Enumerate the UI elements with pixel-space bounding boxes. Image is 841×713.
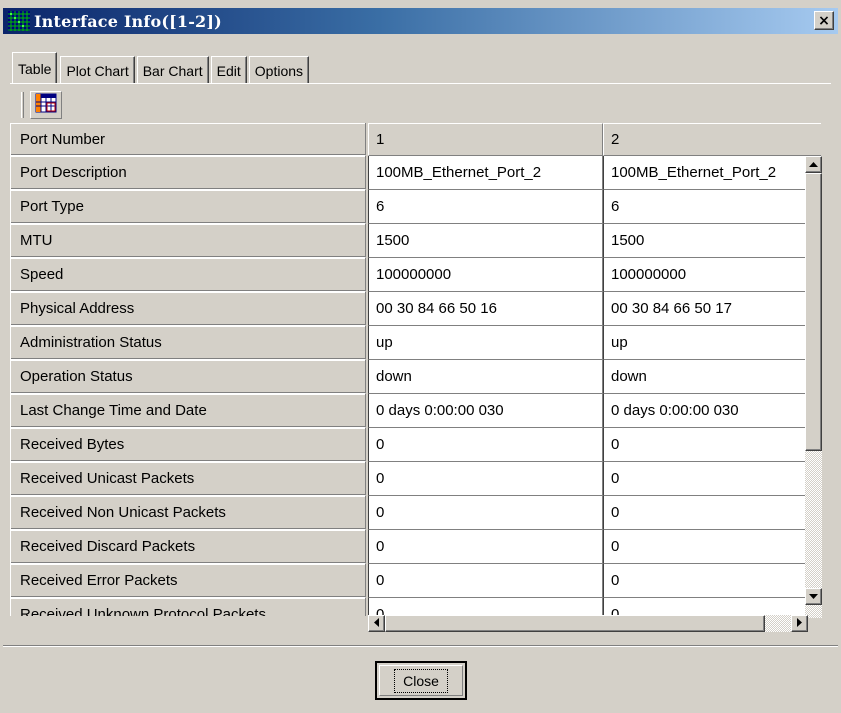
table-row: down down [368, 360, 821, 394]
grid-app-icon [8, 11, 30, 31]
tab-bar: Table Plot Chart Bar Chart Edit Options [12, 52, 311, 84]
table-row: 0 0 [368, 462, 821, 496]
row-header: Physical Address [10, 292, 366, 326]
column-header[interactable]: 1 [368, 123, 603, 156]
table-cell[interactable]: 0 days 0:00:00 030 [603, 394, 821, 428]
table-cell[interactable]: down [603, 360, 821, 394]
tab-plot-chart[interactable]: Plot Chart [60, 56, 135, 84]
table-cell[interactable]: 0 [603, 598, 821, 616]
row-header: Received Non Unicast Packets [10, 496, 366, 530]
row-header: MTU [10, 224, 366, 258]
table-cell[interactable]: 100000000 [368, 258, 603, 292]
table-cell[interactable]: 100000000 [603, 258, 821, 292]
row-header: Received Error Packets [10, 564, 366, 598]
interface-info-window: Interface Info([1-2]) × Table Plot Chart… [0, 0, 841, 713]
window-title: Interface Info([1-2]) [34, 11, 222, 31]
table-row: 0 0 [368, 496, 821, 530]
table-cell[interactable]: down [368, 360, 603, 394]
table-cell[interactable]: 0 [603, 462, 821, 496]
table-cell[interactable]: 0 days 0:00:00 030 [368, 394, 603, 428]
table-cell[interactable]: 0 [603, 530, 821, 564]
table-cell[interactable]: 100MB_Ethernet_Port_2 [603, 156, 821, 190]
table-cell[interactable]: 0 [368, 462, 603, 496]
scroll-down-button[interactable] [805, 588, 822, 605]
arrow-down-icon [809, 592, 818, 601]
close-button-label: Close [394, 668, 448, 693]
row-header: Port Type [10, 190, 366, 224]
row-header: Received Unknown Protocol Packets [10, 598, 366, 616]
table-cell[interactable]: 1500 [603, 224, 821, 258]
table-row: up up [368, 326, 821, 360]
arrow-left-icon [374, 618, 379, 629]
footer-separator [3, 645, 838, 647]
close-button[interactable]: Close [375, 661, 467, 700]
table-row: 0 days 0:00:00 030 0 days 0:00:00 030 [368, 394, 821, 428]
tab-bar-chart[interactable]: Bar Chart [136, 56, 209, 84]
title-bar[interactable]: Interface Info([1-2]) × [3, 8, 838, 34]
column-header-row: 1 2 [368, 123, 821, 156]
table-row: 0 0 [368, 530, 821, 564]
tab-divider [10, 83, 831, 84]
table-row: 0 0 [368, 564, 821, 598]
table-cell[interactable]: 0 [368, 496, 603, 530]
vertical-scrollbar[interactable] [805, 156, 822, 618]
row-header: Received Bytes [10, 428, 366, 462]
data-grid: 1 2 100MB_Ethernet_Port_2 100MB_Ethernet… [368, 123, 821, 616]
close-window-icon[interactable]: × [814, 11, 834, 30]
table-cell[interactable]: 0 [368, 564, 603, 598]
table-cell[interactable]: 1500 [368, 224, 603, 258]
vertical-scroll-thumb[interactable] [805, 173, 822, 451]
table-row: 00 30 84 66 50 16 00 30 84 66 50 17 [368, 292, 821, 326]
tab-options[interactable]: Options [248, 56, 310, 84]
table-cell[interactable]: 100MB_Ethernet_Port_2 [368, 156, 603, 190]
table-row: 6 6 [368, 190, 821, 224]
table-cell[interactable]: 6 [368, 190, 603, 224]
table-grid-button[interactable] [30, 91, 62, 119]
table-cell[interactable]: 0 [368, 598, 603, 616]
row-header: Administration Status [10, 326, 366, 360]
column-header[interactable]: 2 [603, 123, 821, 156]
toolbar-grip[interactable] [21, 92, 24, 118]
horizontal-scroll-thumb[interactable] [385, 615, 765, 632]
table-cell[interactable]: 6 [603, 190, 821, 224]
scroll-up-button[interactable] [805, 156, 822, 173]
table-row: 0 0 [368, 598, 821, 616]
row-header-column: Port Number Port Description Port Type M… [10, 123, 366, 616]
table-cell[interactable]: 0 [368, 428, 603, 462]
row-header: Port Description [10, 156, 366, 190]
scroll-right-button[interactable] [791, 615, 808, 632]
scroll-left-button[interactable] [368, 615, 385, 632]
row-header: Received Unicast Packets [10, 462, 366, 496]
tab-edit[interactable]: Edit [210, 56, 247, 84]
table-cell[interactable]: up [368, 326, 603, 360]
table-cell[interactable]: up [603, 326, 821, 360]
close-button-face: Close [379, 665, 463, 696]
row-header: Speed [10, 258, 366, 292]
horizontal-scrollbar[interactable] [368, 615, 808, 632]
table-row: 0 0 [368, 428, 821, 462]
table-row: 1500 1500 [368, 224, 821, 258]
row-header: Operation Status [10, 360, 366, 394]
table-cell[interactable]: 0 [603, 496, 821, 530]
table-cell[interactable]: 00 30 84 66 50 16 [368, 292, 603, 326]
table-grid-icon [35, 93, 57, 117]
arrow-up-icon [809, 160, 818, 169]
corner-header: Port Number [10, 123, 366, 156]
arrow-right-icon [797, 618, 802, 629]
row-header: Received Discard Packets [10, 530, 366, 564]
row-header: Last Change Time and Date [10, 394, 366, 428]
table-cell[interactable]: 0 [603, 564, 821, 598]
table-row: 100MB_Ethernet_Port_2 100MB_Ethernet_Por… [368, 156, 821, 190]
table-cell[interactable]: 00 30 84 66 50 17 [603, 292, 821, 326]
tab-table[interactable]: Table [12, 52, 58, 84]
interface-table: Port Number Port Description Port Type M… [10, 123, 821, 616]
table-cell[interactable]: 0 [603, 428, 821, 462]
table-cell[interactable]: 0 [368, 530, 603, 564]
table-row: 100000000 100000000 [368, 258, 821, 292]
